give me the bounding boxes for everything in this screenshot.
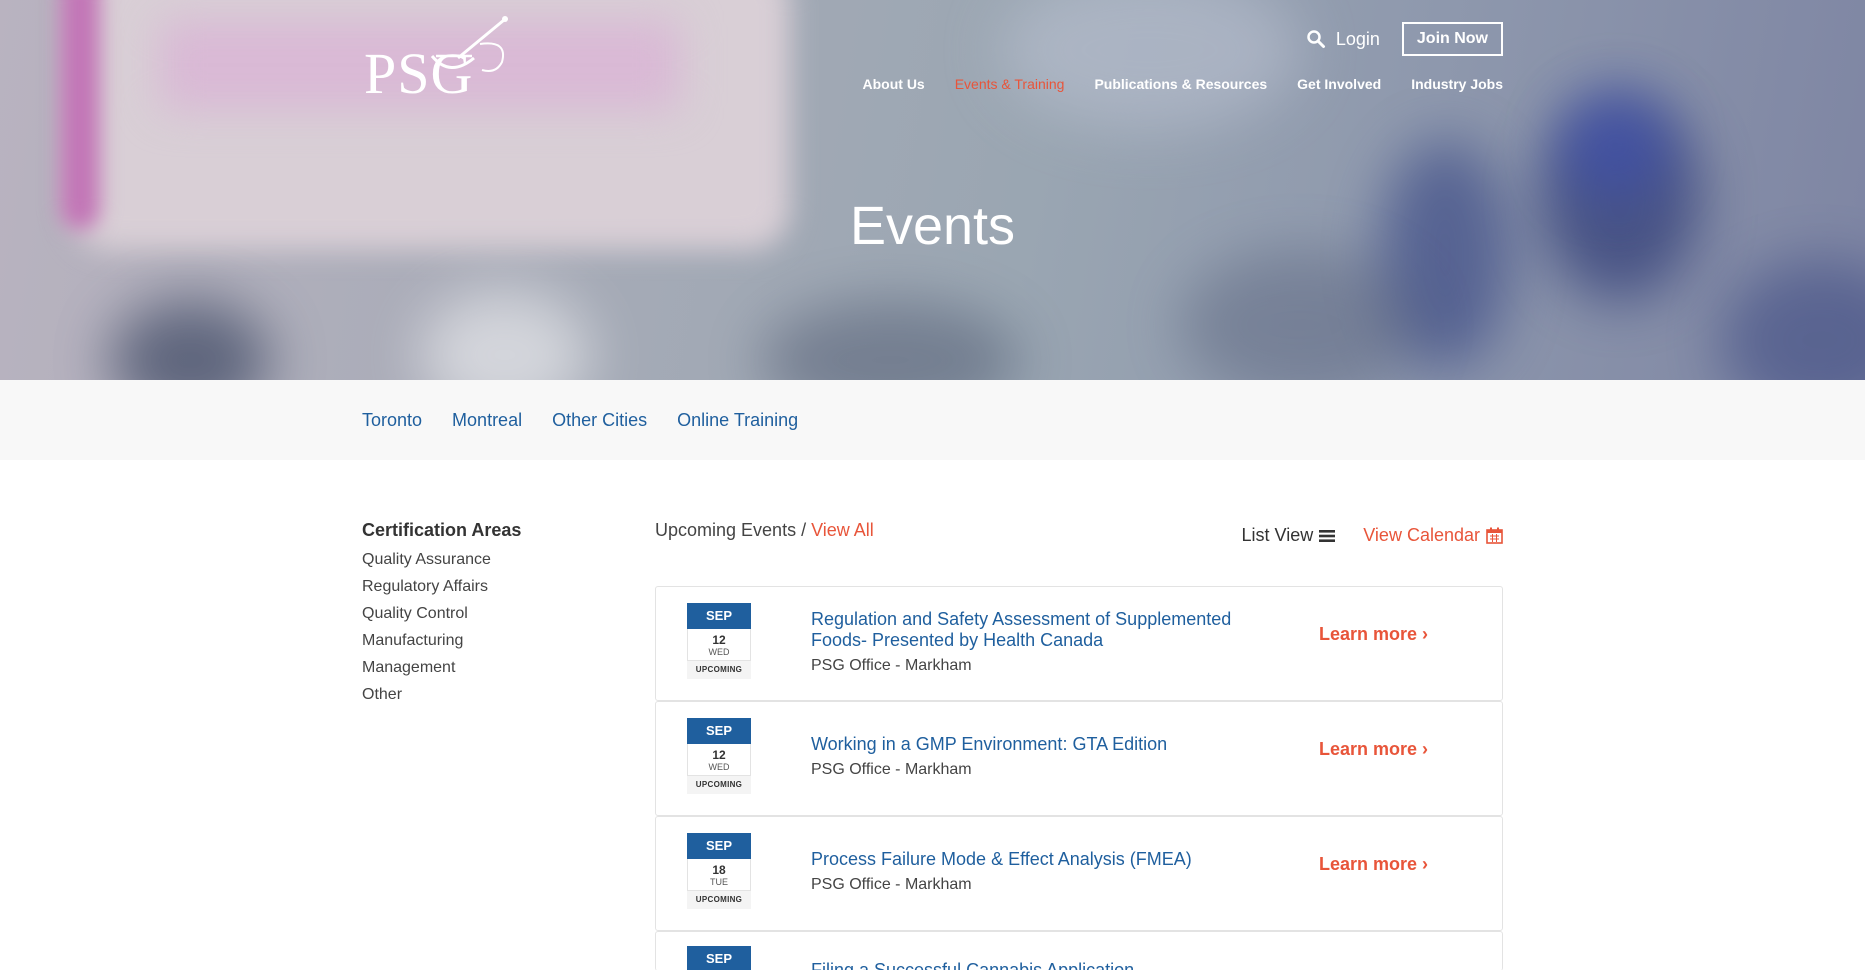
event-date-badge: SEP: [687, 946, 751, 970]
sidebar-item-manufacturing[interactable]: Manufacturing: [362, 632, 521, 650]
event-day: 12: [712, 633, 726, 647]
main-nav: About Us Events & Training Publications …: [833, 76, 1504, 92]
join-now-button[interactable]: Join Now: [1401, 22, 1503, 56]
event-title-link[interactable]: Filing a Successful Cannabis Application: [811, 960, 1281, 970]
event-title-link[interactable]: Regulation and Safety Assessment of Supp…: [811, 609, 1281, 651]
calendar-icon: [1486, 527, 1503, 544]
view-toggle: List View View Calendar: [1242, 525, 1503, 546]
psg-logo[interactable]: PSG: [362, 14, 522, 106]
learn-more-link[interactable]: Learn more ›: [1319, 624, 1428, 645]
list-view-button[interactable]: List View: [1242, 525, 1336, 546]
event-date-badge: SEP 12 WED UPCOMING: [687, 603, 751, 679]
event-location: PSG Office - Markham: [811, 876, 972, 893]
hero-bg-blur: [110, 300, 270, 380]
view-calendar-button[interactable]: View Calendar: [1363, 525, 1503, 546]
events-list: SEP 12 WED UPCOMING Regulation and Safet…: [655, 586, 1503, 970]
sidebar-item-regulatory-affairs[interactable]: Regulatory Affairs: [362, 578, 521, 596]
event-date-badge: SEP 18 TUE UPCOMING: [687, 833, 751, 909]
nav-get-involved[interactable]: Get Involved: [1297, 76, 1381, 92]
event-location: PSG Office - Markham: [811, 761, 972, 778]
event-day: 12: [712, 748, 726, 762]
events-heading: Upcoming Events / View All: [655, 520, 874, 541]
login-link[interactable]: Login: [1336, 29, 1380, 50]
event-weekday: WED: [708, 762, 730, 772]
event-status: UPCOMING: [687, 661, 751, 679]
hero-bg-blur: [1560, 90, 1670, 200]
sidebar-item-other[interactable]: Other: [362, 686, 521, 704]
subnav-toronto[interactable]: Toronto: [362, 410, 422, 431]
event-status: UPCOMING: [687, 776, 751, 794]
subnav-montreal[interactable]: Montreal: [452, 410, 522, 431]
event-card: SEP 18 TUE UPCOMING Process Failure Mode…: [655, 816, 1503, 931]
event-date-badge: SEP 12 WED UPCOMING: [687, 718, 751, 794]
view-all-link[interactable]: View All: [811, 520, 874, 540]
nav-industry-jobs[interactable]: Industry Jobs: [1411, 76, 1503, 92]
event-month: SEP: [687, 718, 751, 744]
certification-sidebar: Certification Areas Quality Assurance Re…: [362, 520, 521, 713]
hero-bg-blur: [1720, 260, 1865, 380]
search-icon[interactable]: [1306, 29, 1326, 49]
subnav-other-cities[interactable]: Other Cities: [552, 410, 647, 431]
learn-more-link[interactable]: Learn more ›: [1319, 854, 1428, 875]
list-icon: [1319, 529, 1336, 542]
event-status: UPCOMING: [687, 891, 751, 909]
sidebar-item-quality-control[interactable]: Quality Control: [362, 605, 521, 623]
sidebar-heading: Certification Areas: [362, 520, 522, 540]
event-card: SEP 12 WED UPCOMING Working in a GMP Env…: [655, 701, 1503, 816]
event-day: 18: [712, 863, 726, 877]
hero-banner: PSG Login Join Now About Us Events & Tra…: [0, 0, 1865, 380]
upcoming-events-label: Upcoming Events /: [655, 520, 812, 540]
hero-bg-blur: [1000, 0, 1300, 130]
top-actions: Login Join Now: [1306, 22, 1503, 56]
list-view-label: List View: [1241, 525, 1314, 545]
nav-about-us[interactable]: About Us: [863, 76, 925, 92]
sidebar-item-management[interactable]: Management: [362, 659, 521, 677]
hero-bg-blur: [420, 290, 590, 380]
event-weekday: TUE: [710, 877, 728, 887]
subnav-online-training[interactable]: Online Training: [677, 410, 798, 431]
view-calendar-label: View Calendar: [1363, 525, 1480, 545]
learn-more-link[interactable]: Learn more ›: [1319, 739, 1428, 760]
nav-publications-resources[interactable]: Publications & Resources: [1094, 76, 1267, 92]
event-month: SEP: [687, 833, 751, 859]
hero-bg-blur: [760, 300, 1020, 380]
page-title: Events: [849, 196, 1016, 256]
event-weekday: WED: [708, 647, 730, 657]
city-subnav: Toronto Montreal Other Cities Online Tra…: [0, 380, 1865, 460]
event-month: SEP: [687, 946, 751, 970]
event-title-link[interactable]: Working in a GMP Environment: GTA Editio…: [811, 734, 1281, 755]
event-title-link[interactable]: Process Failure Mode & Effect Analysis (…: [811, 849, 1281, 870]
event-month: SEP: [687, 603, 751, 629]
event-card: SEP 12 WED UPCOMING Regulation and Safet…: [655, 586, 1503, 701]
nav-events-training[interactable]: Events & Training: [955, 76, 1065, 92]
event-location: PSG Office - Markham: [811, 657, 972, 674]
sidebar-item-quality-assurance[interactable]: Quality Assurance: [362, 551, 521, 569]
logo-text: PSG: [364, 41, 474, 106]
event-card: SEP Filing a Successful Cannabis Applica…: [655, 931, 1503, 970]
